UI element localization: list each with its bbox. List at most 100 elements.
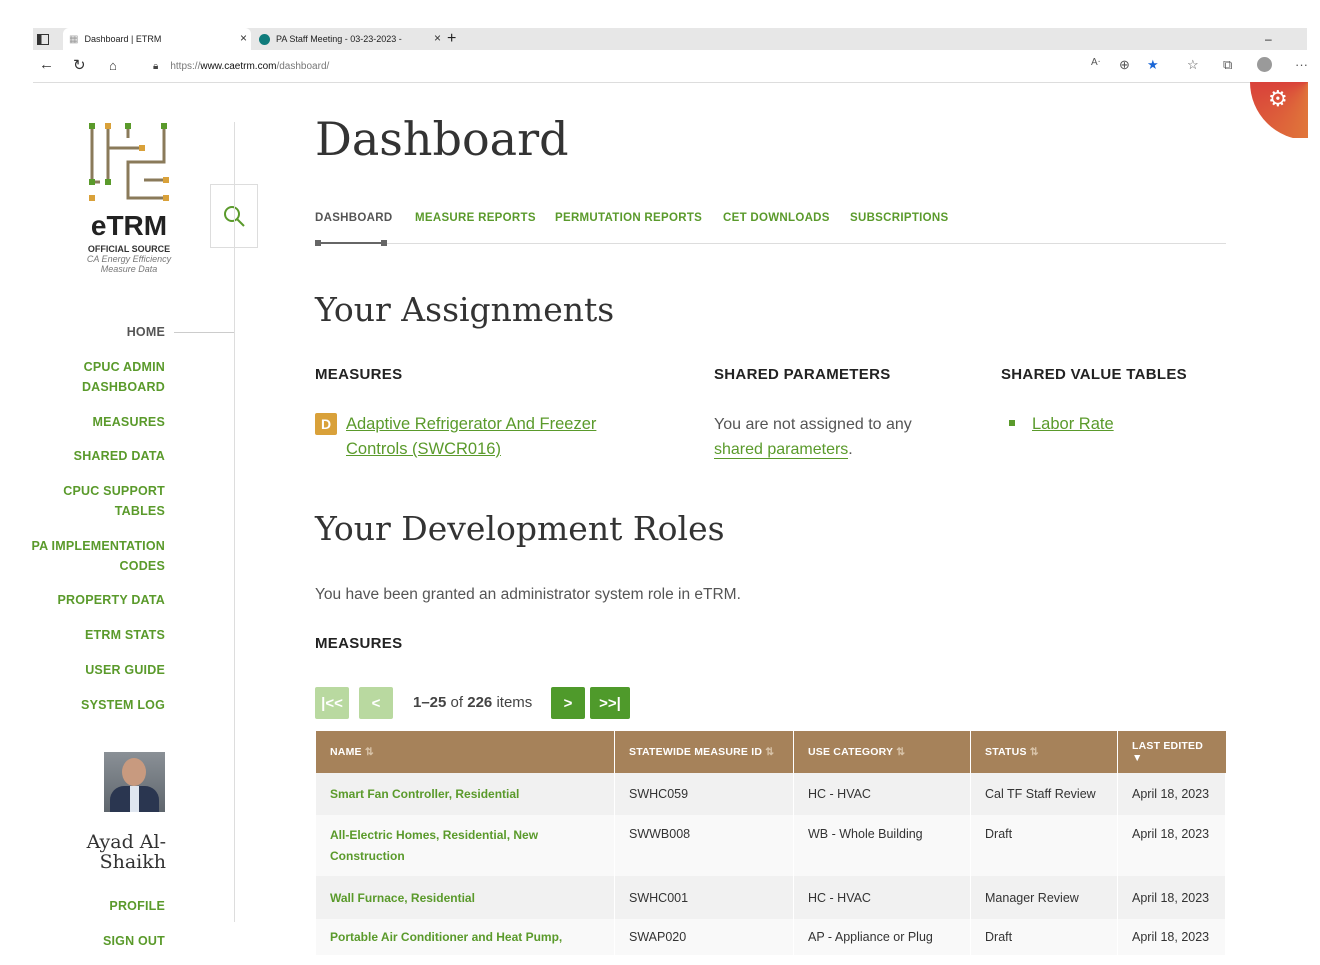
shared-parameters-message: You are not assigned to any	[714, 416, 912, 433]
sidebar-item-etrm-stats[interactable]: ETRM STATS	[85, 625, 165, 645]
etrm-favicon-icon: ▦	[69, 33, 79, 45]
sidebar-item-user-guide[interactable]: USER GUIDE	[85, 660, 165, 680]
sidebar-item-label: CPUC ADMIN	[83, 360, 165, 374]
tab-actions-icon[interactable]	[37, 28, 55, 50]
first-page-button[interactable]: |<<	[315, 687, 349, 719]
column-header-name[interactable]: NAME ⇅	[316, 731, 615, 773]
home-icon[interactable]: ⌂	[109, 58, 117, 73]
url-path: /dashboard/	[276, 60, 330, 72]
browser-tab-meeting[interactable]: PA Staff Meeting - 03-23-2023 - ×	[255, 28, 445, 50]
tab-title: Dashboard | ETRM	[84, 34, 162, 44]
next-page-button[interactable]: >	[551, 687, 585, 719]
labor-rate-link[interactable]: Labor Rate	[1032, 412, 1114, 437]
sidebar-item-label: PA IMPLEMENTATION	[31, 539, 165, 553]
settings-gear-widget[interactable]: ⚙	[1250, 82, 1308, 138]
sidebar-item-cpuc-support-tables[interactable]: CPUC SUPPORT TABLES	[63, 481, 165, 521]
close-tab-icon[interactable]: ×	[240, 31, 247, 45]
measure-name-link[interactable]: Portable Air Conditioner and Heat Pump,	[330, 930, 562, 944]
assignments-measures-heading: MEASURES	[315, 366, 403, 383]
read-aloud-icon[interactable]: A͏ᐧ	[1091, 57, 1100, 68]
user-name-line: Ayad Al-	[86, 831, 166, 853]
tab-dashboard[interactable]: DASHBOARD	[315, 212, 392, 224]
draft-badge-icon: D	[315, 413, 337, 435]
logo-name: eTRM	[90, 210, 168, 241]
table-row[interactable]: All-Electric Homes, Residential, New Cons…	[316, 815, 1226, 876]
assigned-measure-link[interactable]: Adaptive Refrigerator And Freezer Contro…	[346, 412, 596, 462]
shared-parameters-heading: SHARED PARAMETERS	[714, 366, 891, 383]
last-page-button[interactable]: >>|	[590, 687, 630, 719]
table-row[interactable]: Portable Air Conditioner and Heat Pump, …	[316, 919, 1226, 955]
logo-subtitle-1: CA Energy Efficiency	[86, 254, 172, 264]
close-tab-icon[interactable]: ×	[434, 31, 441, 45]
measure-name-link[interactable]: Smart Fan Controller, Residential	[330, 787, 519, 801]
shared-value-tables-heading: SHARED VALUE TABLES	[1001, 366, 1187, 383]
measure-name-link[interactable]: All-Electric Homes, Residential, New	[330, 825, 600, 846]
browser-tab-dashboard[interactable]: ▦ Dashboard | ETRM ×	[63, 28, 251, 50]
cell-last-edited: April 18, 2023	[1117, 815, 1226, 876]
cell-name[interactable]: Smart Fan Controller, Residential	[316, 773, 615, 815]
cell-id: SWHC001	[614, 876, 794, 919]
tab-cet-downloads[interactable]: CET DOWNLOADS	[723, 212, 830, 224]
avatar[interactable]	[104, 752, 165, 812]
address-bar[interactable]: 🔒︎ https:// www.caetrm.com /dashboard/	[153, 55, 1073, 77]
new-tab-icon[interactable]: +	[447, 28, 456, 50]
column-label: USE CATEGORY	[808, 746, 894, 758]
column-header-status[interactable]: STATUS ⇅	[970, 731, 1118, 773]
sort-icon: ⇅	[765, 746, 775, 758]
measure-name-link[interactable]: Wall Furnace, Residential	[330, 891, 475, 905]
assigned-measure-link-line: Adaptive Refrigerator And Freezer	[346, 415, 597, 433]
column-header-statewide-measure-id[interactable]: STATEWIDE MEASURE ID ⇅	[614, 731, 794, 773]
tab-subscriptions[interactable]: SUBSCRIPTIONS	[850, 212, 948, 224]
roles-text: You have been granted an administrator s…	[315, 586, 741, 603]
sidebar-item-shared-data[interactable]: SHARED DATA	[74, 446, 165, 466]
refresh-icon[interactable]: ↻	[73, 56, 86, 74]
table-row[interactable]: Smart Fan Controller, Residential SWHC05…	[316, 773, 1226, 815]
cell-name[interactable]: All-Electric Homes, Residential, New Cons…	[316, 815, 615, 876]
column-header-use-category[interactable]: USE CATEGORY ⇅	[793, 731, 971, 773]
measure-name-link[interactable]: Construction	[330, 846, 600, 867]
sort-icon: ⇅	[1029, 746, 1039, 758]
cell-name[interactable]: Portable Air Conditioner and Heat Pump,	[316, 919, 615, 955]
sidebar-item-pa-implementation-codes[interactable]: PA IMPLEMENTATION CODES	[32, 536, 165, 576]
zoom-icon[interactable]: ⊕	[1119, 57, 1130, 73]
shared-parameters-text: You are not assigned to any shared param…	[714, 412, 934, 462]
minimize-icon[interactable]: –	[1265, 28, 1272, 50]
lock-icon: 🔒︎	[153, 60, 159, 72]
home-indicator-line	[174, 332, 234, 333]
table-row[interactable]: Wall Furnace, Residential SWHC001 HC - H…	[316, 876, 1226, 919]
tab-permutation-reports[interactable]: PERMUTATION REPORTS	[555, 212, 702, 224]
sidebar-item-label: TABLES	[114, 504, 165, 518]
cell-category: AP - Appliance or Plug	[793, 919, 971, 955]
sort-desc-icon: ▼	[1132, 752, 1143, 764]
sidebar-item-property-data[interactable]: PROPERTY DATA	[58, 590, 165, 610]
sidebar-item-measures[interactable]: MEASURES	[93, 412, 165, 432]
sidebar-item-home[interactable]: HOME	[127, 322, 165, 342]
sidebar-item-label: CPUC SUPPORT	[63, 484, 165, 498]
sidebar-item-label: SHARED DATA	[73, 449, 165, 463]
more-menu-icon[interactable]: ···	[1295, 57, 1308, 72]
tab-measure-reports[interactable]: MEASURE REPORTS	[415, 212, 536, 224]
favorites-icon[interactable]: ☆	[1187, 57, 1199, 73]
profile-link[interactable]: PROFILE	[109, 896, 165, 916]
favorite-star-icon[interactable]: ★	[1147, 57, 1159, 73]
sidebar-item-label: ETRM STATS	[84, 628, 165, 642]
cell-last-edited: April 18, 2023	[1117, 876, 1226, 919]
prev-page-button[interactable]: <	[359, 687, 393, 719]
pagination-items: items	[496, 694, 533, 711]
cell-name[interactable]: Wall Furnace, Residential	[316, 876, 615, 919]
sign-out-link[interactable]: SIGN OUT	[103, 931, 165, 951]
profile-avatar-icon[interactable]	[1257, 57, 1272, 75]
page-title: Dashboard	[315, 112, 569, 166]
sidebar-item-system-log[interactable]: SYSTEM LOG	[81, 695, 165, 715]
collections-icon[interactable]: ⧉	[1223, 57, 1232, 73]
cell-id: SWHC059	[614, 773, 794, 815]
assignments-heading: Your Assignments	[315, 290, 615, 329]
shared-parameters-link[interactable]: shared parameters	[714, 441, 849, 459]
sidebar-item-cpuc-admin-dashboard[interactable]: CPUC ADMIN DASHBOARD	[82, 357, 165, 397]
back-icon[interactable]: ←	[39, 56, 54, 73]
cell-id: SWAP020	[614, 919, 794, 955]
column-label: STATUS	[985, 746, 1027, 758]
column-header-last-edited[interactable]: LAST EDITED ▼	[1117, 731, 1226, 773]
column-label: STATEWIDE MEASURE ID	[629, 746, 763, 758]
cell-id: SWWB008	[614, 815, 794, 876]
